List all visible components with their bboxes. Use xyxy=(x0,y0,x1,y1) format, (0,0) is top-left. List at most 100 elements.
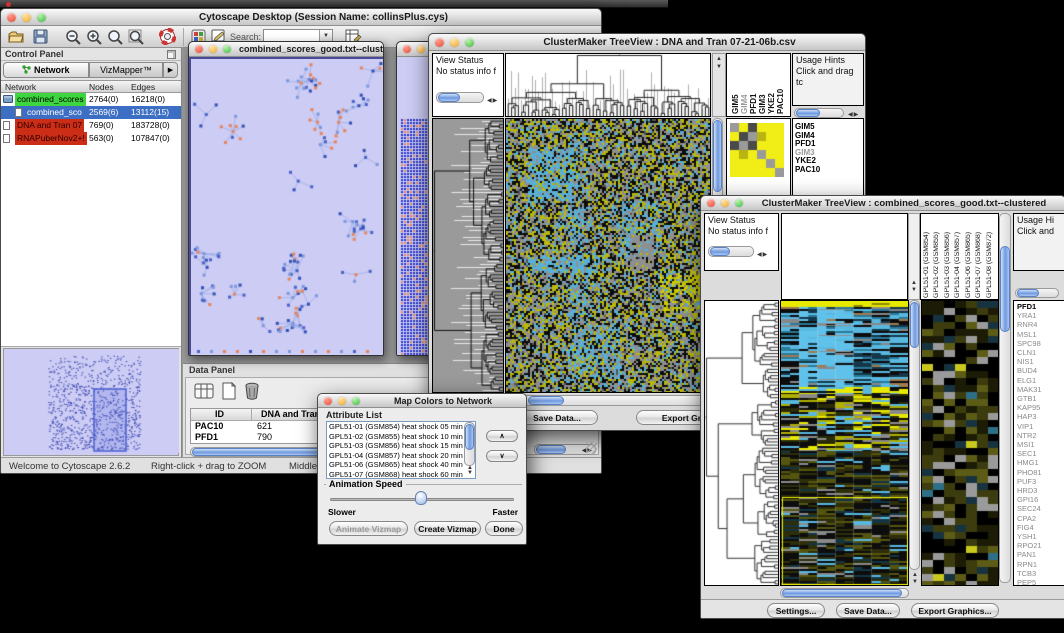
heatmap-hscrollbar[interactable] xyxy=(780,588,909,598)
treeview-bottom-titlebar[interactable]: ClusterMaker TreeView : combined_scores_… xyxy=(701,196,1064,211)
gene-label[interactable]: RPN1 xyxy=(1017,560,1064,569)
scroll-arrows[interactable]: ▲▼ xyxy=(911,280,917,294)
gene-label[interactable]: YRA1 xyxy=(1017,311,1064,320)
column-label[interactable]: GIM3 xyxy=(758,54,767,114)
gene-label[interactable]: KAP95 xyxy=(1017,403,1064,412)
column-label[interactable]: GPL51-02 (GSM855) xyxy=(933,214,943,298)
close-button[interactable] xyxy=(195,45,203,53)
save-icon[interactable] xyxy=(33,29,48,44)
gene-label[interactable]: CPA2 xyxy=(1017,514,1064,523)
view-status-scrollbar[interactable] xyxy=(436,92,484,103)
heatmap-vscrollbar[interactable] xyxy=(909,300,920,570)
row-dendrogram[interactable] xyxy=(705,301,778,585)
scroll-arrows[interactable]: ▲▼ xyxy=(912,572,918,586)
view-status-scrollbar[interactable] xyxy=(708,246,754,257)
attribute-list-item[interactable]: GPL51-02 (GSM855) heat shock 10 min xyxy=(327,432,475,442)
minimize-button[interactable] xyxy=(209,45,217,53)
column-label[interactable]: GPL51-08 (GSM872) xyxy=(986,214,996,298)
create-vizmap-button[interactable]: Create Vizmap xyxy=(414,521,481,536)
gene-list-scrollbar[interactable] xyxy=(999,213,1011,583)
done-button[interactable]: Done xyxy=(485,521,523,536)
treeview-top-titlebar[interactable]: ClusterMaker TreeView : DNA and Tran 07-… xyxy=(429,34,865,51)
column-label[interactable]: PFD1 xyxy=(749,54,758,114)
gene-label[interactable]: RPO21 xyxy=(1017,541,1064,550)
network-table-row[interactable]: combined_sco2569(6)13112(15) xyxy=(1,106,181,119)
column-label[interactable]: GPL51-06 (GSM865) xyxy=(965,214,975,298)
save-data-button[interactable]: Save Data... xyxy=(836,603,900,618)
gene-label[interactable]: VIP1 xyxy=(1017,422,1064,431)
heatmap-global-view[interactable] xyxy=(506,119,710,392)
zoom-out-icon[interactable] xyxy=(65,29,82,45)
gene-label[interactable]: MSI1 xyxy=(1017,440,1064,449)
scroll-arrows[interactable]: ◀▶ xyxy=(757,250,768,261)
heatmap-zoom-view[interactable] xyxy=(730,123,784,177)
zoom-button[interactable] xyxy=(465,38,474,47)
open-folder-icon[interactable] xyxy=(8,29,24,44)
scroll-arrows[interactable]: ▲▼ xyxy=(467,466,473,476)
column-label[interactable]: GIM5 xyxy=(731,54,740,114)
gene-label[interactable]: PEP5 xyxy=(1017,578,1064,586)
gene-label[interactable]: YSH1 xyxy=(1017,532,1064,541)
heatmap-global-view[interactable] xyxy=(781,301,908,585)
minimize-button[interactable] xyxy=(417,45,425,53)
heatmap-hscrollbar[interactable] xyxy=(505,395,723,406)
gene-label[interactable]: HMG1 xyxy=(1017,458,1064,467)
settings-button[interactable]: Settings... xyxy=(767,603,825,618)
usage-hints-scrollbar[interactable] xyxy=(1015,288,1059,298)
column-label[interactable]: GPL51-04 (GSM857) xyxy=(954,214,964,298)
gene-label[interactable]: NIS1 xyxy=(1017,357,1064,366)
close-button[interactable] xyxy=(435,38,444,47)
attribute-list-item[interactable]: GPL51-06 (GSM865) heat shock 40 min xyxy=(327,460,475,470)
attribute-select-icon[interactable] xyxy=(194,382,214,400)
column-label[interactable]: GPL51-03 (GSM856) xyxy=(944,214,954,298)
gene-label[interactable]: HRD3 xyxy=(1017,486,1064,495)
zoom-in-icon[interactable] xyxy=(86,29,103,45)
column-dendrogram[interactable] xyxy=(506,54,710,116)
column-label[interactable]: GPL51-07 (GSM868) xyxy=(975,214,985,298)
gene-label[interactable]: PHO81 xyxy=(1017,468,1064,477)
dialog-titlebar[interactable]: Map Colors to Network xyxy=(318,394,526,408)
zoom-fit-icon[interactable] xyxy=(128,29,145,45)
gene-label[interactable]: PUF3 xyxy=(1017,477,1064,486)
background-close-icon[interactable] xyxy=(6,2,11,7)
gene-label[interactable]: RNR4 xyxy=(1017,320,1064,329)
help-lifesaver-icon[interactable] xyxy=(159,28,176,45)
gene-label[interactable]: PAN1 xyxy=(1017,550,1064,559)
minimize-button[interactable] xyxy=(721,199,729,207)
attribute-list-item[interactable]: GPL51-03 (GSM856) heat shock 15 min xyxy=(327,441,475,451)
gene-label[interactable]: GTB1 xyxy=(1017,394,1064,403)
minimize-button[interactable] xyxy=(450,38,459,47)
gene-label[interactable]: NTR2 xyxy=(1017,431,1064,440)
zoom-selected-icon[interactable] xyxy=(107,29,124,45)
network-table-row[interactable]: DNA and Tran 07769(0)183728(0) xyxy=(1,119,181,132)
row-dendrogram[interactable] xyxy=(433,119,503,392)
main-titlebar[interactable]: Cytoscape Desktop (Session Name: collins… xyxy=(1,9,601,26)
resize-grip[interactable] xyxy=(586,442,597,453)
gene-label[interactable]: PFD1 xyxy=(1017,302,1064,311)
move-down-button[interactable]: ∨ xyxy=(486,450,518,462)
attribute-list-item[interactable]: GPL51-07 (GSM868) heat shock 60 min xyxy=(327,470,475,479)
gene-label[interactable]: HAP3 xyxy=(1017,412,1064,421)
gene-label[interactable]: TCB3 xyxy=(1017,569,1064,578)
zoom-button[interactable] xyxy=(37,13,46,22)
network-overview-canvas[interactable] xyxy=(4,349,179,453)
animate-vizmap-button[interactable]: Animate Vizmap xyxy=(329,521,408,536)
export-graphics-button[interactable]: Export Graphics... xyxy=(911,603,999,618)
column-label[interactable]: PAC10 xyxy=(776,54,785,114)
column-label[interactable]: YKE2 xyxy=(767,54,776,114)
gene-label[interactable]: SPC98 xyxy=(1017,339,1064,348)
gene-label[interactable]: MAK31 xyxy=(1017,385,1064,394)
network-table-row[interactable]: RNAPuberNov2+!563(0)107847(0) xyxy=(1,132,181,145)
scroll-arrows[interactable]: ▲ xyxy=(716,56,722,62)
column-label[interactable]: GPL51-01 (GSM854) xyxy=(923,214,933,298)
speed-slider-thumb[interactable] xyxy=(415,491,427,505)
gene-label[interactable]: GPI16 xyxy=(1017,495,1064,504)
gene-label[interactable]: BUD4 xyxy=(1017,366,1064,375)
close-button[interactable] xyxy=(324,397,332,405)
close-button[interactable] xyxy=(707,199,715,207)
close-button[interactable] xyxy=(403,45,411,53)
gene-label[interactable]: SEC1 xyxy=(1017,449,1064,458)
delete-attribute-icon[interactable] xyxy=(244,382,260,400)
gene-label[interactable]: ELG1 xyxy=(1017,376,1064,385)
network-view-canvas[interactable] xyxy=(191,59,383,355)
